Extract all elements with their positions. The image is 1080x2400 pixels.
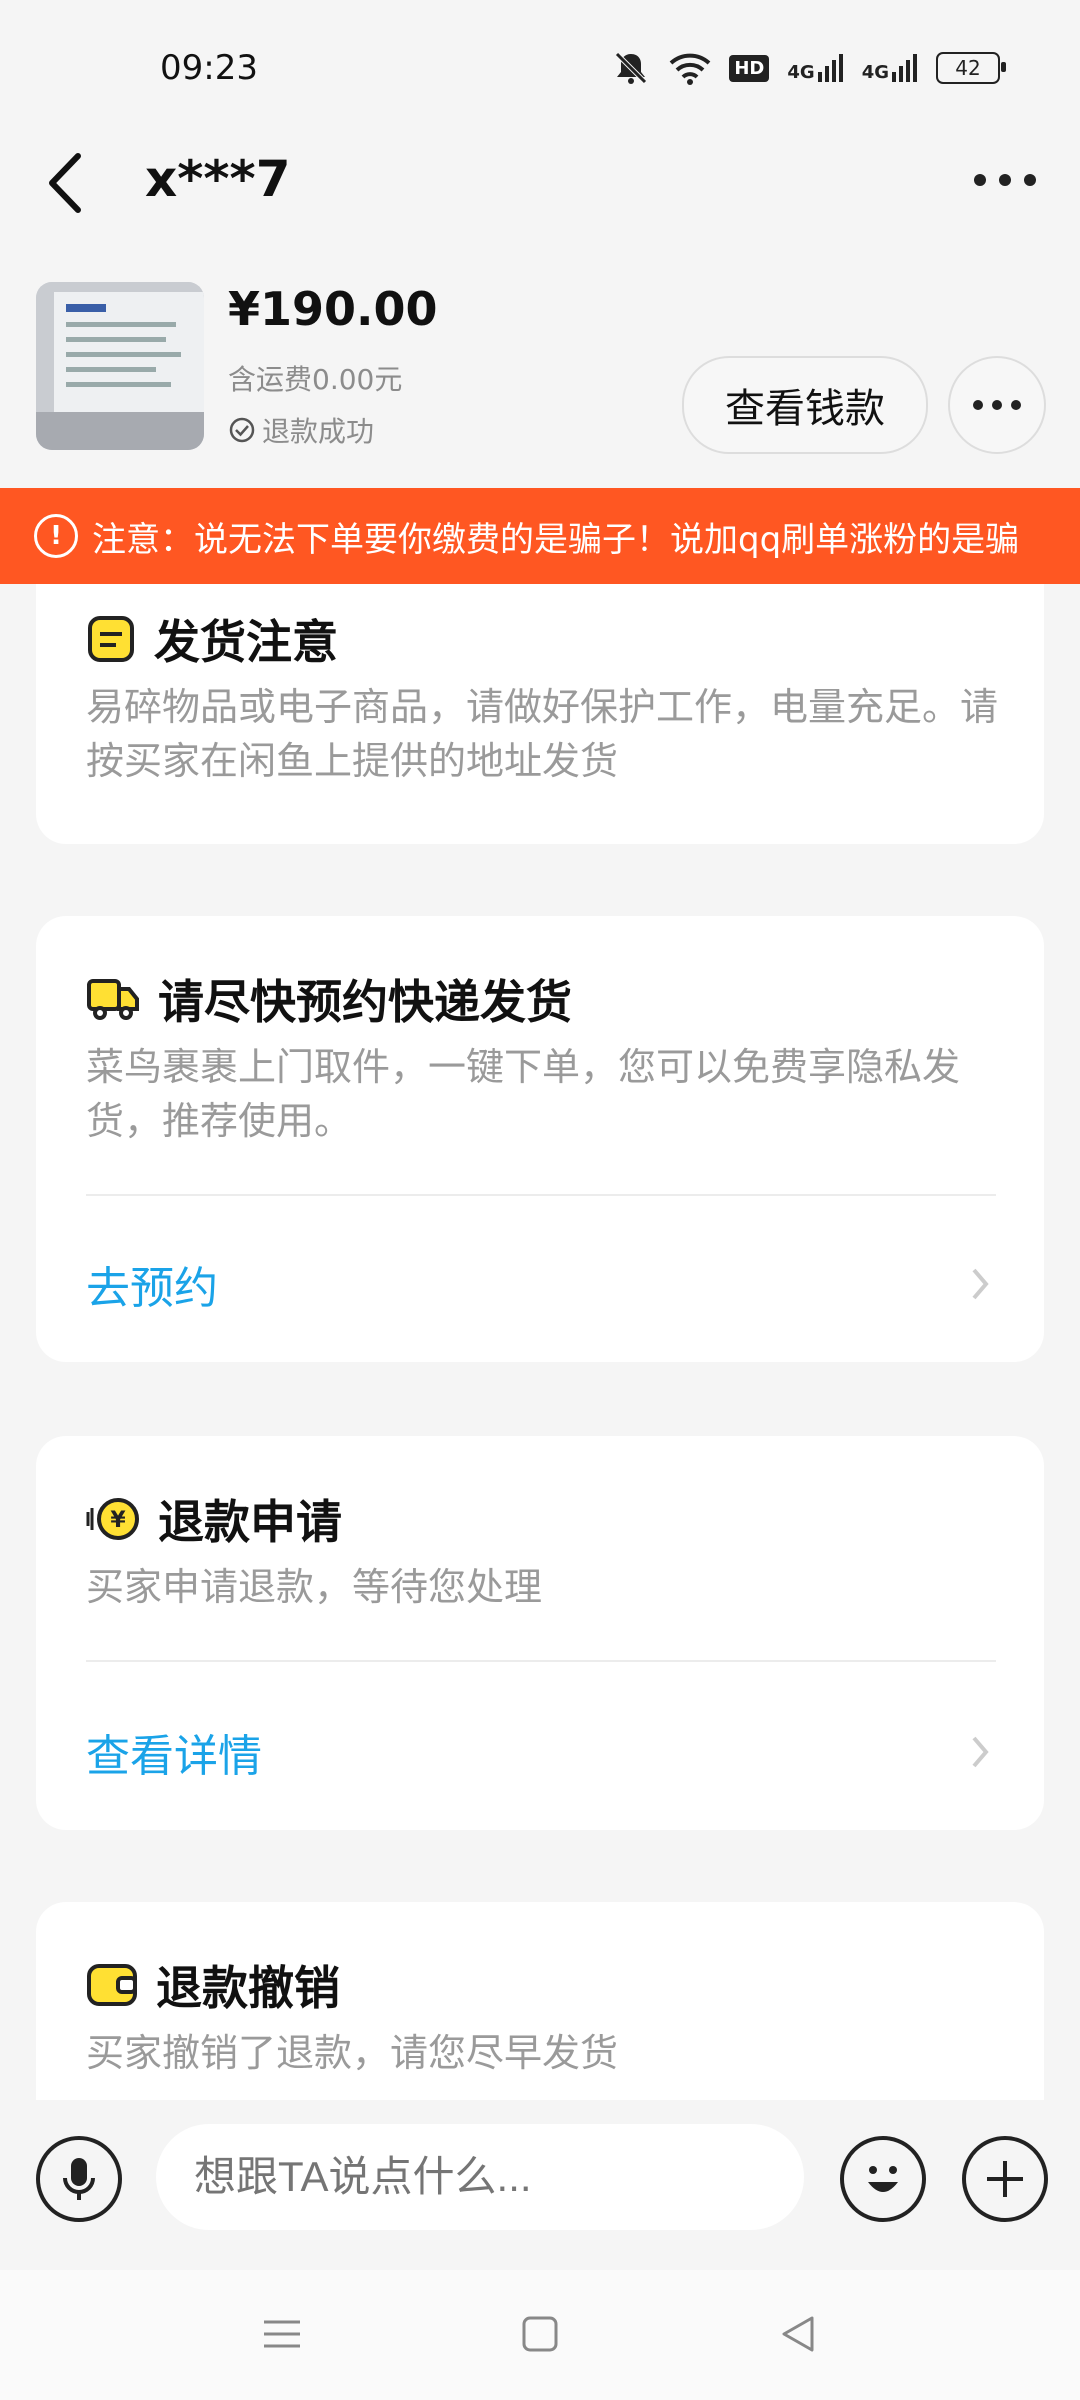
card-desc: 易碎物品或电子商品，请做好保护工作，电量充足。请按买家在闲鱼上提供的地址发货 [86, 685, 999, 783]
card-refund-request: ¥ 退款申请 买家申请退款，等待您处理 查看详情 [36, 1436, 1044, 1830]
view-money-button[interactable]: 查看钱款 [682, 356, 928, 454]
battery-level: 42 [955, 56, 981, 80]
warning-icon: ! [34, 514, 78, 558]
emoji-smile-icon [868, 2166, 898, 2192]
plus-icon [987, 2161, 1023, 2197]
banner-text: 注意：说无法下单要你缴费的是骗子！说加qq刷单涨粉的是骗 [92, 519, 1020, 560]
home-icon[interactable] [520, 2314, 560, 2354]
card-title: ¥ 退款申请 [86, 1486, 342, 1552]
more-actions-button[interactable] [962, 2136, 1048, 2222]
chevron-right-icon[interactable] [968, 1264, 992, 1304]
menu-icon[interactable] [262, 2314, 302, 2354]
product-more-button[interactable] [948, 356, 1046, 454]
card-title: 请尽快预约快递发货 [86, 966, 572, 1032]
card-desc: 买家申请退款，等待您处理 [86, 1565, 543, 1609]
emoji-button[interactable] [840, 2136, 926, 2222]
mute-bell-icon [615, 52, 648, 84]
signal-icon: 4G [787, 54, 843, 82]
book-courier-link[interactable]: 去预约 [86, 1252, 218, 1316]
status-time: 09:23 [160, 48, 258, 88]
voice-button[interactable] [36, 2136, 122, 2222]
back-arrow-icon[interactable] [40, 148, 90, 218]
card-book-courier: 请尽快预约快递发货 菜鸟裹裹上门取件，一键下单，您可以免费享隐私发货，推荐使用。… [36, 916, 1044, 1362]
fraud-warning-banner: ! 注意：说无法下单要你缴费的是骗子！说加qq刷单涨粉的是骗 [0, 488, 1080, 584]
chat-title: x***7 [145, 150, 291, 208]
message-input[interactable] [156, 2124, 804, 2230]
card-title-text: 发货注意 [154, 615, 338, 669]
more-options-icon[interactable] [970, 155, 1040, 205]
more-dots-icon [973, 400, 1021, 410]
yuan-coin-icon: ¥ [86, 1498, 139, 1540]
card-title: 发货注意 [86, 606, 338, 672]
card-desc: 买家撤销了退款，请您尽早发货 [86, 2031, 619, 2075]
system-nav-bar [0, 2270, 1080, 2400]
status-icons: HD 4G 4G 42 [611, 50, 1006, 86]
card-title: 退款撤销 [86, 1952, 340, 2018]
shipping-fee: 含运费0.00元 [228, 363, 403, 396]
product-price: ¥190.00 [228, 282, 438, 336]
card-title-text: 退款申请 [158, 1495, 342, 1549]
delivery-truck-icon [87, 979, 139, 1020]
signal-label: 4G [861, 62, 889, 83]
wallet-icon [87, 1964, 137, 2006]
product-thumbnail[interactable] [36, 282, 204, 450]
signal-label: 4G [787, 62, 815, 83]
refund-status: 退款成功 [228, 410, 374, 450]
card-title-text: 退款撤销 [156, 1961, 340, 2015]
microphone-icon [63, 2158, 95, 2200]
check-circle-icon [229, 417, 255, 443]
card-shipping-note: 发货注意 易碎物品或电子商品，请做好保护工作，电量充足。请按买家在闲鱼上提供的地… [36, 584, 1044, 844]
package-note-icon [88, 616, 134, 662]
svg-text:¥: ¥ [110, 1508, 126, 1533]
hd-icon: HD [729, 54, 770, 82]
divider [86, 1660, 996, 1662]
battery-icon: 42 [936, 52, 1006, 84]
card-desc: 菜鸟裹裹上门取件，一键下单，您可以免费享隐私发货，推荐使用。 [86, 1045, 961, 1143]
back-triangle-icon[interactable] [778, 2314, 818, 2354]
signal-icon: 4G [862, 54, 918, 82]
chevron-right-icon[interactable] [968, 1732, 992, 1772]
refund-status-text: 退款成功 [262, 415, 375, 448]
view-details-link[interactable]: 查看详情 [86, 1720, 262, 1784]
card-refund-cancelled: 退款撤销 买家撤销了退款，请您尽早发货 [36, 1902, 1044, 2102]
divider [86, 1194, 996, 1196]
card-title-text: 请尽快预约快递发货 [158, 975, 572, 1029]
wifi-icon [670, 53, 711, 85]
